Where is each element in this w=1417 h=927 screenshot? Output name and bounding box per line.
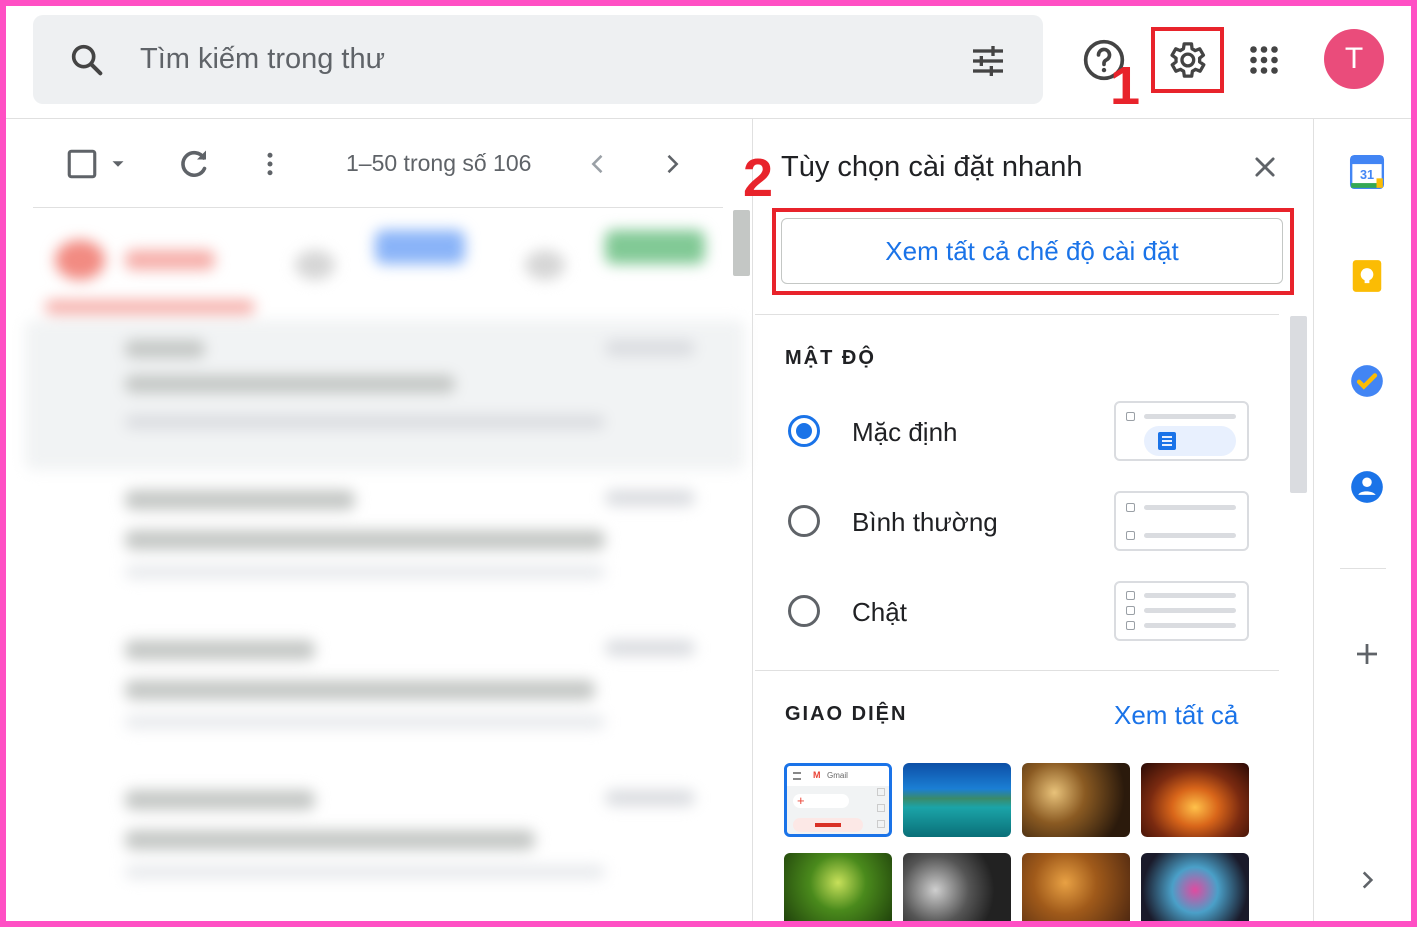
- theme-bokeh[interactable]: [1141, 853, 1249, 927]
- search-icon[interactable]: [67, 40, 107, 80]
- keep-icon[interactable]: [1347, 256, 1387, 296]
- density-compact-label[interactable]: Chật: [852, 597, 907, 628]
- theme-pipes[interactable]: [903, 853, 1011, 927]
- chevron-down-icon[interactable]: [98, 142, 138, 186]
- mail-list-scrollbar[interactable]: [733, 210, 750, 276]
- calendar-icon[interactable]: 31: [1347, 152, 1387, 192]
- contacts-icon[interactable]: [1347, 467, 1387, 507]
- chevron-left-icon[interactable]: [576, 142, 620, 186]
- chevron-right-icon[interactable]: [650, 142, 694, 186]
- close-icon[interactable]: [1246, 148, 1284, 186]
- theme-leaves[interactable]: [1022, 853, 1130, 927]
- header-divider: [0, 118, 1417, 119]
- theme-chess[interactable]: [1022, 763, 1130, 837]
- add-icon[interactable]: [1347, 634, 1387, 674]
- chevron-right-icon-side[interactable]: [1347, 860, 1387, 900]
- quick-settings-scrollbar[interactable]: [1290, 316, 1307, 493]
- step-1-label: 1: [1110, 56, 1141, 116]
- qs-divider-2: [755, 670, 1279, 671]
- settings-highlight-box: [1151, 27, 1224, 93]
- quick-settings-title: Tùy chọn cài đặt nhanh: [781, 151, 1083, 183]
- theme-default[interactable]: M Gmail +: [784, 763, 892, 837]
- search-bar: Tìm kiếm trong thư: [33, 15, 1043, 104]
- gmail-thumb-label: Gmail: [827, 771, 848, 780]
- filter-icon[interactable]: [968, 41, 1008, 81]
- svg-text:31: 31: [1360, 168, 1374, 182]
- mail-list-blurred: [25, 210, 745, 920]
- search-input[interactable]: Tìm kiếm trong thư: [140, 43, 385, 76]
- document-icon: [1158, 432, 1176, 450]
- panel-divider: [752, 119, 753, 927]
- refresh-icon[interactable]: [172, 142, 216, 186]
- density-comfortable-preview: [1114, 491, 1249, 551]
- side-panel-divider: [1313, 119, 1314, 927]
- theme-caterpillar[interactable]: [784, 853, 892, 927]
- density-comfortable-radio[interactable]: [788, 505, 820, 537]
- density-comfortable-label[interactable]: Bình thường: [852, 507, 998, 538]
- density-default-preview: [1114, 401, 1249, 461]
- density-compact-radio[interactable]: [788, 595, 820, 627]
- see-all-themes-link[interactable]: Xem tất cả: [1114, 700, 1238, 731]
- theme-lake[interactable]: [903, 763, 1011, 837]
- see-all-highlight-box: [772, 208, 1294, 295]
- more-vert-icon[interactable]: [248, 142, 292, 186]
- toolbar-divider: [33, 207, 723, 208]
- theme-label: GIAO DIỆN: [785, 703, 908, 725]
- theme-canyon[interactable]: [1141, 763, 1249, 837]
- density-label: MẬT ĐỘ: [785, 347, 876, 369]
- avatar[interactable]: T: [1324, 29, 1384, 89]
- tasks-icon[interactable]: [1347, 361, 1387, 401]
- density-default-radio[interactable]: [788, 415, 820, 447]
- density-default-label[interactable]: Mặc định: [852, 417, 958, 448]
- apps-icon[interactable]: [1240, 36, 1288, 84]
- page-count: 1–50 trong số 106: [346, 150, 532, 176]
- density-compact-preview: [1114, 581, 1249, 641]
- qs-divider-1: [755, 314, 1279, 315]
- side-panel-separator: [1340, 568, 1386, 569]
- step-2-label: 2: [743, 148, 774, 208]
